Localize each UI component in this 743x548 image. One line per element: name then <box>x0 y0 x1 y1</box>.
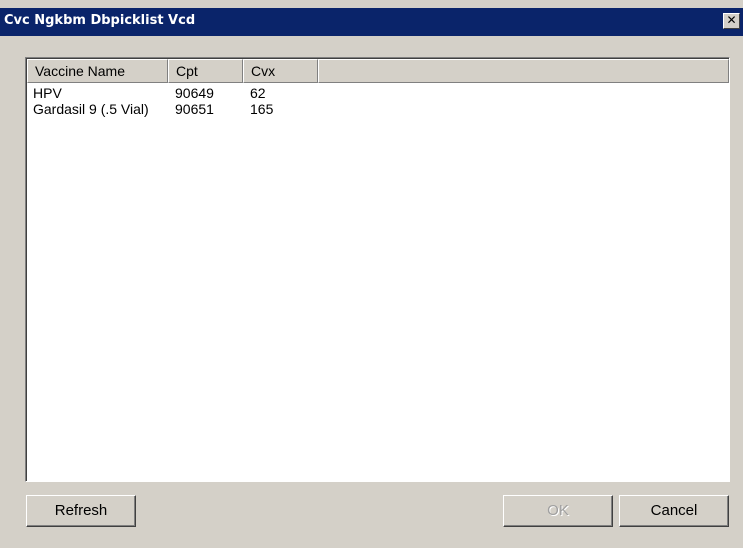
cell-cvx: 165 <box>250 101 274 117</box>
cell-cvx: 62 <box>250 85 266 101</box>
close-icon: ✕ <box>726 13 737 27</box>
cell-vaccine-name: Gardasil 9 (.5 Vial) <box>33 101 149 117</box>
cell-vaccine-name: HPV <box>33 85 62 101</box>
vaccine-list[interactable]: Vaccine Name Cpt Cvx HPV 90649 62 Gardas… <box>25 57 730 482</box>
column-header-vaccine-name[interactable]: Vaccine Name <box>27 59 168 83</box>
table-row[interactable]: HPV 90649 62 <box>27 85 327 101</box>
ok-button[interactable]: OK <box>503 495 613 527</box>
title-bar: Cvc Ngkbm Dbpicklist Vcd ✕ <box>0 8 743 36</box>
cell-cpt: 90651 <box>175 101 214 117</box>
column-header-filler <box>318 59 729 83</box>
column-header-cpt[interactable]: Cpt <box>168 59 243 83</box>
cancel-button[interactable]: Cancel <box>619 495 729 527</box>
close-button[interactable]: ✕ <box>723 13 740 29</box>
list-header: Vaccine Name Cpt Cvx <box>27 59 729 83</box>
refresh-button[interactable]: Refresh <box>26 495 136 527</box>
table-row[interactable]: Gardasil 9 (.5 Vial) 90651 165 <box>27 101 327 117</box>
window-title: Cvc Ngkbm Dbpicklist Vcd <box>4 13 196 28</box>
cell-cpt: 90649 <box>175 85 214 101</box>
column-header-cvx[interactable]: Cvx <box>243 59 318 83</box>
